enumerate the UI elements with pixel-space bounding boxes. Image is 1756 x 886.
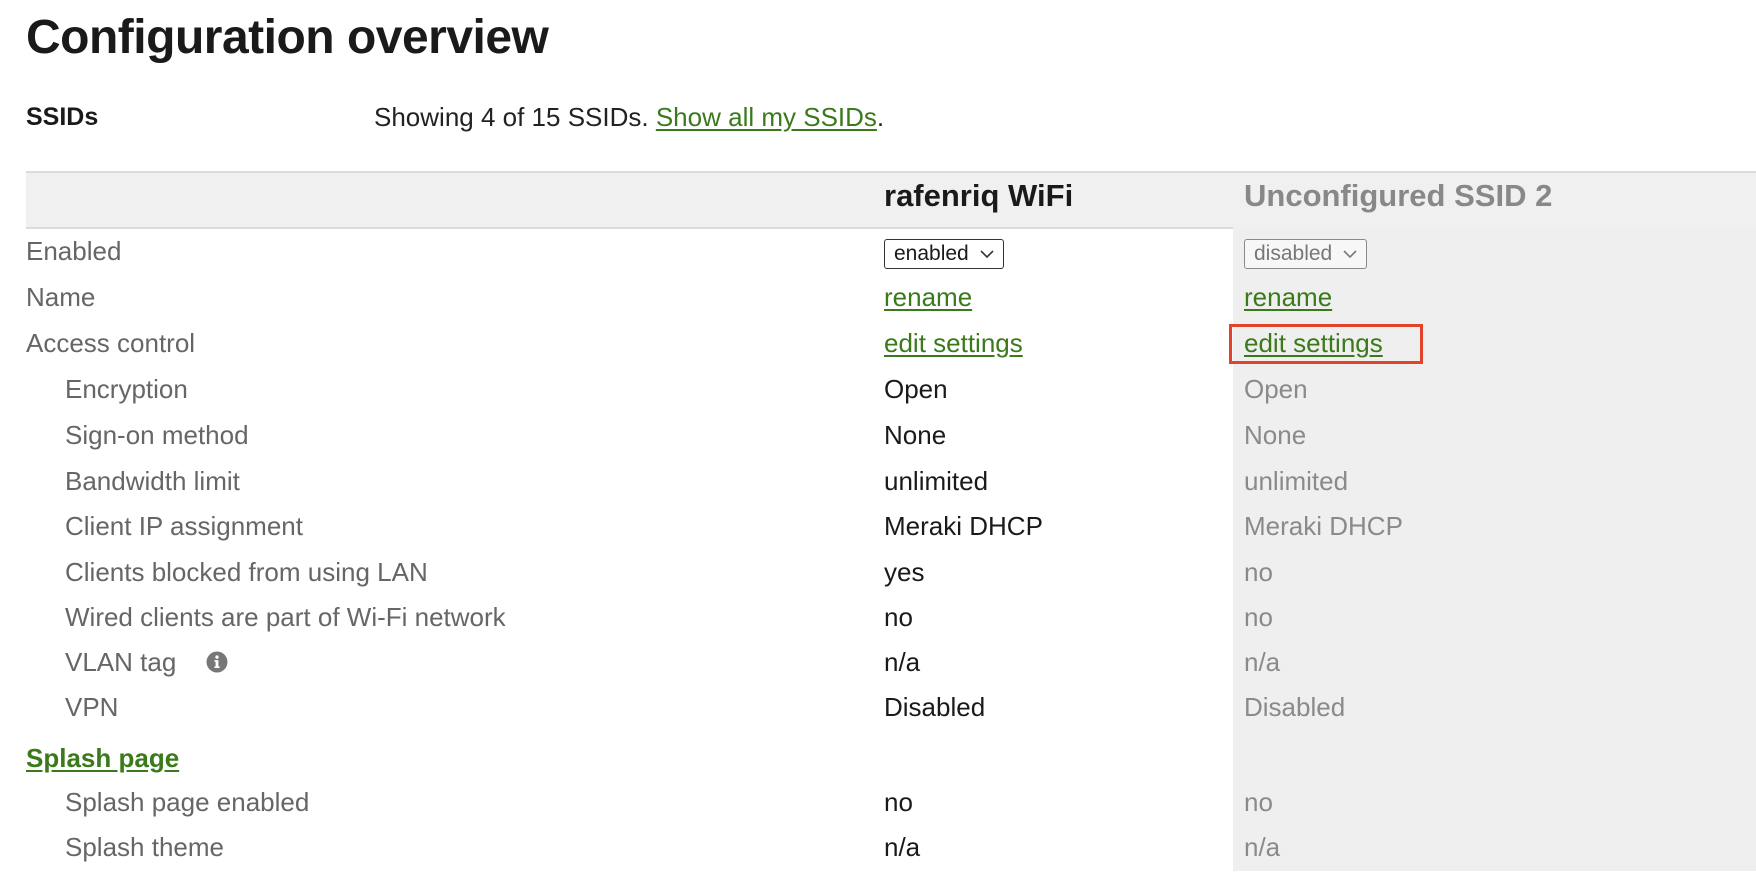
row-client-ip-assignment: Client IP assignment Meraki DHCP Meraki … [0,503,1756,549]
ssid-2-enabled-select[interactable]: disabled [1244,239,1368,269]
row-label-client-ip-assignment: Client IP assignment [65,511,303,541]
ssid-1-splash-theme-value: n/a [884,832,921,862]
trailing-period: . [876,102,885,132]
page-title: Configuration overview [26,11,549,64]
ssid-2-sign-on-value: None [1244,420,1307,450]
ssid-1-enabled-select[interactable]: enabled [884,239,1004,269]
ssid-2-name-header: Unconfigured SSID 2 [1244,178,1553,213]
row-label-splash-page-enabled: Splash page enabled [65,787,310,817]
row-splash-page: Splash page [0,735,1756,781]
ssid-2-vlan-tag-value: n/a [1244,647,1281,677]
ssid-2-wired-clients-value: no [1244,602,1273,632]
ssid-2-clients-blocked-value: no [1244,557,1273,587]
ssid-2-vpn-value: Disabled [1244,692,1346,722]
row-label-splash-theme: Splash theme [65,832,224,862]
ssid-1-clients-blocked-value: yes [884,557,925,587]
ssid-2-rename-link[interactable]: rename [1244,282,1332,312]
ssid-1-name-cell: rename [884,274,972,320]
row-enabled: Enabled enabled disabled [0,228,1756,274]
ssid-1-name-header: rafenriq WiFi [884,178,1074,213]
ssid-1-rename-link[interactable]: rename [884,282,972,312]
ssid-1-wired-clients-value: no [884,602,913,632]
ssid-2-enabled-select-value: disabled [1254,242,1333,265]
row-clients-blocked: Clients blocked from using LAN yes no [0,549,1756,595]
chevron-down-icon [980,250,994,259]
ssid-2-name-cell: rename [1244,274,1332,320]
row-sign-on-method: Sign-on method None None [0,412,1756,458]
row-bandwidth-limit: Bandwidth limit unlimited unlimited [0,458,1756,504]
ssid-1-splash-enabled-value: no [884,787,913,817]
row-label-name: Name [26,282,96,312]
ssid-2-encryption-value: Open [1244,374,1308,404]
row-name: Name rename rename [0,274,1756,320]
ssid-count-line: Showing 4 of 15 SSIDs. Show all my SSIDs… [374,102,884,133]
ssid-2-enabled-cell: disabled [1244,228,1368,274]
row-wired-clients: Wired clients are part of Wi-Fi network … [0,594,1756,640]
ssid-1-enabled-select-value: enabled [894,242,969,265]
ssid-1-access-control-cell: edit settings [884,320,1023,366]
row-label-access-control: Access control [26,328,196,358]
ssid-2-client-ip-value: Meraki DHCP [1244,511,1403,541]
row-label-bandwidth-limit: Bandwidth limit [65,466,240,496]
chevron-down-icon [1343,250,1357,259]
ssid-count-text: Showing 4 of 15 SSIDs. [374,102,649,132]
ssid-2-splash-theme-value: n/a [1244,832,1281,862]
ssid-1-edit-settings-link[interactable]: edit settings [884,328,1023,358]
row-label-encryption: Encryption [65,374,188,404]
row-label-enabled: Enabled [26,236,122,266]
config-overview-page: Configuration overview SSIDs Showing 4 o… [0,0,1756,886]
row-access-control: Access control edit settings edit settin… [0,320,1756,366]
show-all-ssids-link[interactable]: Show all my SSIDs [656,102,877,132]
row-splash-theme: Splash theme n/a n/a [0,824,1756,870]
splash-page-link[interactable]: Splash page [26,735,179,781]
ssid-1-enabled-cell: enabled [884,228,1004,274]
row-encryption: Encryption Open Open [0,366,1756,412]
row-label-vlan-tag-wrap: VLAN tag [65,639,228,685]
ssid-1-vlan-tag-value: n/a [884,647,921,677]
ssid-1-vpn-value: Disabled [884,692,986,722]
ssid-1-sign-on-value: None [884,420,947,450]
ssids-section-label: SSIDs [26,103,99,131]
row-label-clients-blocked: Clients blocked from using LAN [65,557,428,587]
row-vpn: VPN Disabled Disabled [0,684,1756,730]
info-icon[interactable] [206,651,228,673]
ssid-2-access-control-cell: edit settings [1244,320,1383,366]
ssid-1-bandwidth-value: unlimited [884,466,989,496]
ssid-1-client-ip-value: Meraki DHCP [884,511,1043,541]
ssid-2-bandwidth-value: unlimited [1244,466,1349,496]
row-vlan-tag: VLAN tag n/a n/a [0,639,1756,685]
row-label-sign-on-method: Sign-on method [65,420,249,450]
ssid-2-edit-settings-link[interactable]: edit settings [1244,328,1383,358]
ssid-1-encryption-value: Open [884,374,948,404]
row-splash-page-enabled: Splash page enabled no no [0,779,1756,825]
row-label-vlan-tag: VLAN tag [65,647,177,677]
row-label-vpn: VPN [65,692,119,722]
row-label-wired-clients: Wired clients are part of Wi-Fi network [65,602,506,632]
ssid-2-splash-enabled-value: no [1244,787,1273,817]
